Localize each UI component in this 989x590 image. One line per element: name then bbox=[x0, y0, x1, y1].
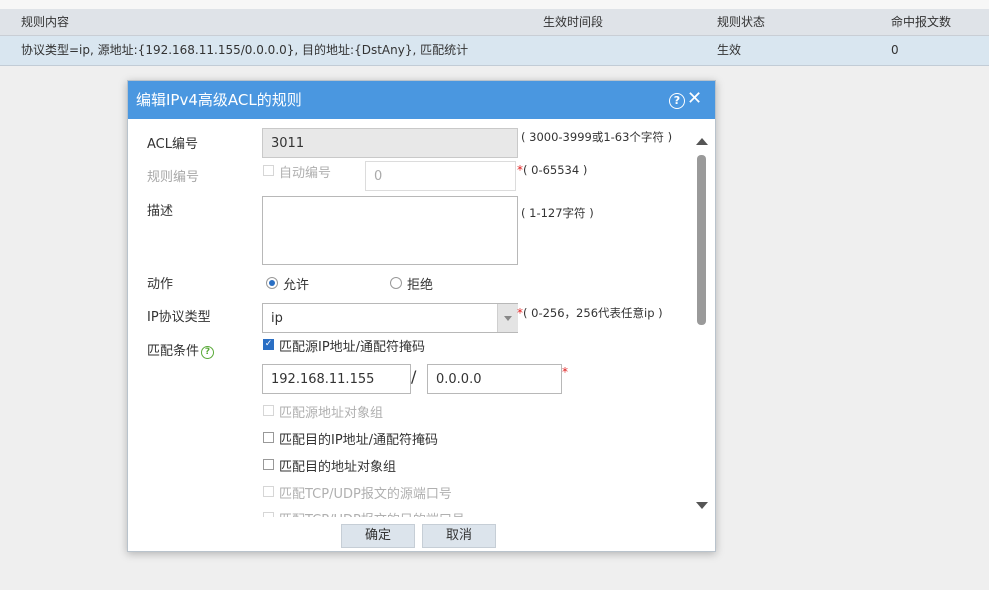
header-rule-content[interactable]: 规则内容 bbox=[21, 9, 69, 35]
permit-label[interactable]: 允许 bbox=[283, 274, 309, 293]
acl-number-hint: ( 3000-3999或1-63个字符 ) bbox=[521, 130, 673, 144]
header-rule-status[interactable]: 规则状态 bbox=[717, 9, 765, 35]
top-strip bbox=[0, 0, 989, 9]
dialog-title: 编辑IPv4高级ACL的规则 bbox=[136, 91, 302, 109]
match-src-ip-checkbox[interactable]: ✓ bbox=[263, 339, 274, 350]
src-ip-input[interactable] bbox=[262, 364, 411, 394]
header-hit-count[interactable]: 命中报文数 bbox=[891, 9, 951, 35]
match-src-obj-group-checkbox bbox=[263, 405, 274, 416]
ip-protocol-hint: ( 0-256，256代表任意ip ) bbox=[523, 306, 663, 320]
row-rule-content: 协议类型=ip, 源地址:{192.168.11.155/0.0.0.0}, 目… bbox=[21, 43, 469, 57]
header-time-range[interactable]: 生效时间段 bbox=[543, 9, 603, 35]
required-mark: * bbox=[562, 365, 568, 379]
deny-label[interactable]: 拒绝 bbox=[407, 274, 433, 293]
cancel-button[interactable]: 取消 bbox=[422, 524, 496, 548]
action-label: 动作 bbox=[147, 277, 174, 292]
match-dst-ip-label[interactable]: 匹配目的IP地址/通配符掩码 bbox=[279, 429, 438, 448]
dialog-body: ACL编号 ( 3000-3999或1-63个字符 ) 规则编号 自动编号 * (… bbox=[128, 119, 715, 517]
dialog-header[interactable]: 编辑IPv4高级ACL的规则 ? ✕ bbox=[128, 81, 715, 119]
scroll-up-arrow[interactable] bbox=[696, 138, 708, 145]
help-icon[interactable]: ? bbox=[201, 346, 215, 359]
match-conditions-label: 匹配条件? bbox=[147, 340, 215, 359]
match-dst-port-label: 匹配TCP/UDP报文的目的端口号 bbox=[279, 509, 465, 517]
ok-button[interactable]: 确定 bbox=[341, 524, 415, 548]
match-dst-obj-group-checkbox[interactable] bbox=[263, 459, 274, 470]
description-hint: ( 1-127字符 ) bbox=[521, 206, 594, 220]
match-src-port-checkbox bbox=[263, 486, 274, 497]
table-header: 规则内容 生效时间段 规则状态 命中报文数 bbox=[0, 9, 989, 36]
match-dst-obj-group-label[interactable]: 匹配目的地址对象组 bbox=[279, 456, 396, 475]
separator-slash: / bbox=[411, 367, 417, 386]
auto-number-label: 自动编号 bbox=[279, 166, 332, 181]
src-wildcard-input[interactable] bbox=[427, 364, 562, 394]
match-dst-port-checkbox bbox=[263, 512, 274, 517]
help-icon[interactable]: ? bbox=[669, 93, 685, 109]
scroll-down-arrow[interactable] bbox=[696, 502, 708, 509]
match-src-obj-group-label: 匹配源地址对象组 bbox=[279, 406, 384, 421]
match-src-port-label: 匹配TCP/UDP报文的源端口号 bbox=[279, 487, 452, 502]
scrollbar-thumb[interactable] bbox=[697, 155, 706, 325]
description-label: 描述 bbox=[147, 204, 174, 219]
match-src-ip-label[interactable]: 匹配源IP地址/通配符掩码 bbox=[279, 336, 425, 355]
rule-number-label: 规则编号 bbox=[147, 170, 200, 185]
match-dst-ip-checkbox[interactable] bbox=[263, 432, 274, 443]
rule-number-field bbox=[365, 161, 516, 191]
row-status: 生效 bbox=[717, 43, 742, 57]
ip-protocol-label: IP协议类型 bbox=[147, 310, 211, 325]
auto-number-checkbox bbox=[263, 165, 274, 176]
close-icon[interactable]: ✕ bbox=[687, 89, 702, 109]
acl-number-field bbox=[262, 128, 518, 158]
acl-number-label: ACL编号 bbox=[147, 137, 198, 152]
table-row[interactable]: 协议类型=ip, 源地址:{192.168.11.155/0.0.0.0}, 目… bbox=[0, 36, 989, 66]
row-hit-count: 0 bbox=[891, 43, 899, 57]
rules-table: 规则内容 生效时间段 规则状态 命中报文数 协议类型=ip, 源地址:{192.… bbox=[0, 9, 989, 66]
permit-radio[interactable] bbox=[266, 277, 278, 289]
deny-radio[interactable] bbox=[390, 277, 402, 289]
rule-number-hint: ( 0-65534 ) bbox=[523, 163, 588, 177]
edit-rule-dialog: 编辑IPv4高级ACL的规则 ? ✕ ACL编号 ( 3000-3999或1-6… bbox=[127, 80, 716, 552]
chevron-down-icon[interactable] bbox=[497, 304, 518, 332]
description-input[interactable] bbox=[262, 196, 518, 265]
ip-protocol-combobox[interactable] bbox=[262, 303, 518, 333]
